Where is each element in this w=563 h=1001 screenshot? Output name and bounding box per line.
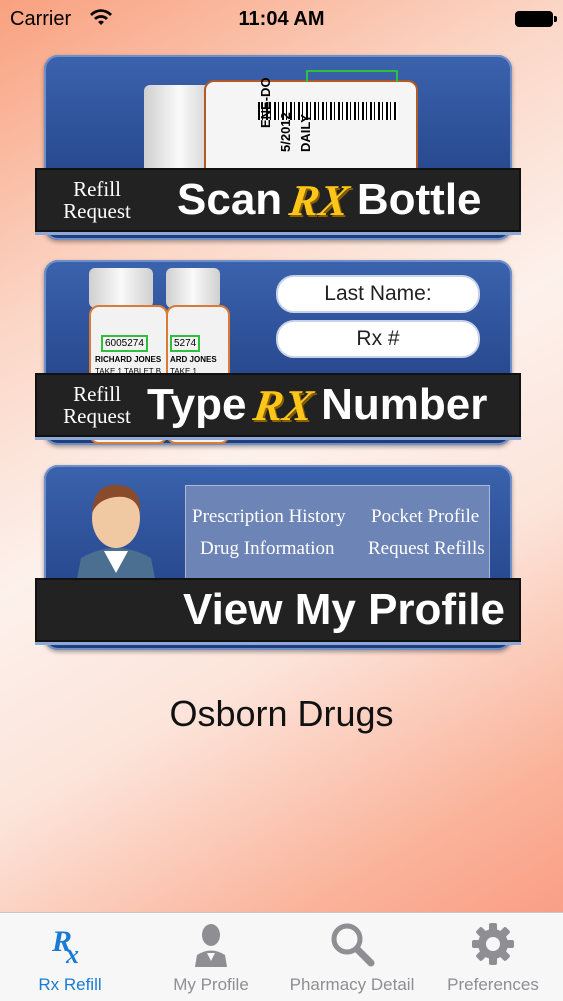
type-rx-number-button[interactable]: 6005274 RICHARD JONES TAKE 1 TABLET B 52… [35,260,521,445]
clock: 11:04 AM [238,8,325,30]
bottle-number: 6005274 [101,335,148,352]
view-my-profile-button[interactable]: Prescription History Pocket Profile Drug… [35,465,521,650]
person-icon [195,924,227,967]
user-avatar-icon [76,484,156,583]
bottle-name: ARD JONES [170,355,217,364]
request-refills-label: Request Refills [368,538,485,559]
bottle-word: Bottle [356,175,482,224]
scan-banner: Refill Request Scan RX Bottle [35,168,521,232]
refill-request-label: Refill Request [63,177,131,223]
rx-logo: RX [250,380,317,430]
bottle-cap-image [89,268,153,308]
prescription-history-label: Prescription History [192,506,346,527]
bottle-text-1: ENE-DO [258,77,273,128]
tab-label: My Profile [173,975,249,994]
rx-icon: R x [51,925,79,965]
bottle-text-3: DAILY [298,114,313,152]
scan-guide [306,70,398,82]
scan-word: Scan [177,175,283,224]
tab-bar: R x Rx Refill My Profile Pharmacy Detail [0,912,563,1001]
profile-banner: View My Profile [35,578,521,642]
number-word: Number [321,380,488,429]
rx-number-field: Rx # [276,320,480,358]
status-bar: Carrier 11:04 AM [0,0,563,38]
drug-information-label: Drug Information [200,538,335,559]
tab-label: Rx Refill [38,975,102,994]
profile-info-box: Prescription History Pocket Profile Drug… [185,485,490,579]
tab-pharmacy-detail[interactable]: Pharmacy Detail [282,913,422,1001]
last-name-field: Last Name: [276,275,480,313]
search-icon [331,923,375,967]
tab-my-profile[interactable]: My Profile [141,913,281,1001]
type-word: Type [147,380,247,429]
svg-text:x: x [65,940,79,965]
bottle-number: 5274 [170,335,201,352]
bottle-text-2: 5/2012 [278,112,293,152]
tab-label: Preferences [447,975,539,994]
battery-icon [515,11,557,27]
rx-logo: RX [286,175,353,225]
scan-rx-bottle-button[interactable]: ENE-DO 5/2012 DAILY Refill Request Scan … [35,55,521,240]
bottle-cap-image [166,268,220,308]
gear-icon [472,923,514,965]
refill-request-label: Refill Request [63,382,131,428]
pharmacy-name: Osborn Drugs [169,693,394,734]
tab-label: Pharmacy Detail [289,975,415,994]
bottle-image: ENE-DO 5/2012 DAILY [204,70,418,179]
view-my-profile-label: View My Profile [183,585,505,634]
bottle-name: RICHARD JONES [95,355,162,364]
tab-rx-refill[interactable]: R x Rx Refill [0,913,140,1001]
tab-preferences[interactable]: Preferences [423,913,563,1001]
type-banner: Refill Request Type RX Number [35,373,521,437]
pocket-profile-label: Pocket Profile [371,506,480,527]
